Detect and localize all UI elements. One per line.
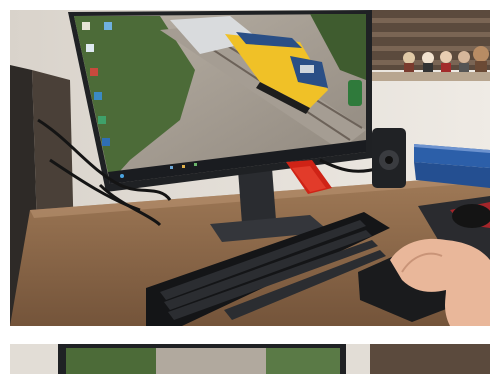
green-sign	[348, 80, 362, 106]
second-photo-top	[10, 344, 490, 374]
desk-photo	[10, 10, 490, 326]
speaker	[372, 128, 406, 188]
desk-scene	[10, 10, 490, 326]
second-scene	[10, 344, 490, 374]
monitor-stand	[238, 168, 276, 224]
window-blinds	[370, 344, 490, 374]
shelf	[370, 72, 490, 81]
